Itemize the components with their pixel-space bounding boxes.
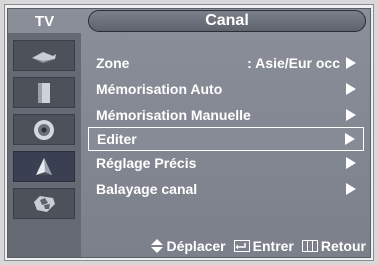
- menu-item-label: Balayage canal: [96, 181, 198, 197]
- menu-title-text: Canal: [205, 12, 249, 29]
- help-bar: Déplacer Entrer Retour: [88, 233, 370, 257]
- help-enter-label: Entrer: [252, 238, 294, 254]
- tv-osd-screen: TV Canal Zone: Asie/Eur occ Mémorisatio…: [7, 8, 371, 258]
- menu-item-label: Mémorisation Manuelle: [96, 107, 251, 123]
- menu-item-label: Editer: [97, 131, 137, 147]
- help-move: Déplacer: [151, 238, 226, 254]
- menu-item-zone[interactable]: Zone : Asie/Eur occ: [88, 51, 364, 75]
- sidebar-item-sound[interactable]: [13, 114, 75, 145]
- help-return: Retour: [301, 238, 366, 254]
- channel-icon: [36, 157, 52, 175]
- arrow-right-icon: [346, 83, 356, 95]
- menu-item-label: Zone: [96, 55, 130, 71]
- sidebar-item-picture[interactable]: [13, 77, 75, 108]
- tv-label: TV: [34, 12, 55, 30]
- menu-item-editer[interactable]: Editer: [88, 127, 364, 151]
- help-move-label: Déplacer: [166, 238, 226, 254]
- sidebar-item-input[interactable]: [13, 40, 75, 71]
- sidebar-item-channel[interactable]: [13, 151, 75, 182]
- arrow-right-icon: [346, 109, 356, 121]
- arrow-right-icon: [346, 57, 356, 69]
- menu-item-reglage-precis[interactable]: Réglage Précis: [88, 151, 364, 175]
- sidebar: [8, 33, 81, 257]
- up-down-arrow-icon: [151, 239, 164, 253]
- menu-item-memorisation-manuelle[interactable]: Mémorisation Manuelle: [88, 103, 364, 127]
- setup-icon: [34, 195, 55, 212]
- picture-icon: [38, 82, 50, 103]
- arrow-right-icon: [345, 133, 355, 145]
- sidebar-item-setup[interactable]: [13, 188, 75, 219]
- menu-item-memorisation-auto[interactable]: Mémorisation Auto: [88, 77, 364, 101]
- help-enter: Entrer: [233, 238, 294, 254]
- arrow-right-icon: [346, 157, 356, 169]
- antenna-icon: [32, 51, 56, 63]
- arrow-right-icon: [346, 183, 356, 195]
- menu-item-value: : Asie/Eur occ: [247, 55, 340, 71]
- menu-item-balayage-canal[interactable]: Balayage canal: [88, 177, 364, 201]
- enter-icon: [233, 240, 250, 252]
- menu-title: Canal: [88, 10, 366, 32]
- menu-item-label: Réglage Précis: [96, 155, 197, 171]
- menu-return-icon: [301, 240, 318, 252]
- speaker-icon: [34, 119, 54, 140]
- help-return-label: Retour: [320, 238, 366, 254]
- menu-item-label: Mémorisation Auto: [96, 81, 223, 97]
